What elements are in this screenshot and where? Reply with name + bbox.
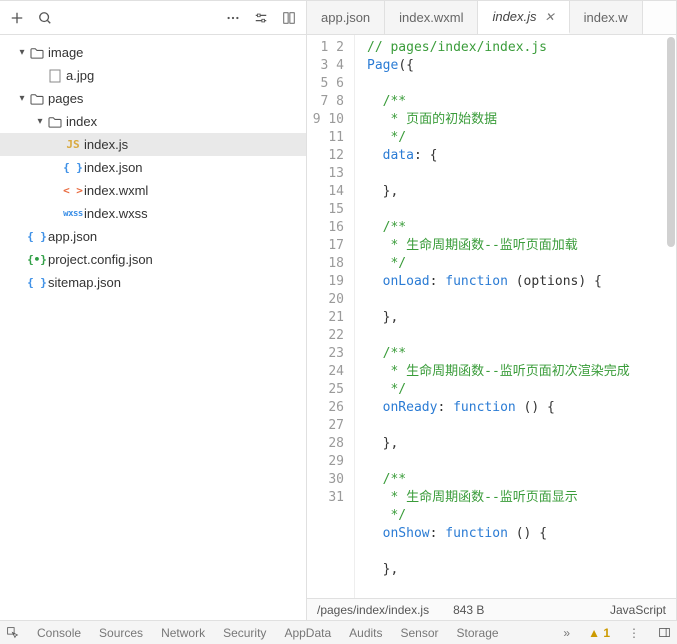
json-file-icon: { }	[64, 161, 82, 174]
image-file-icon	[46, 69, 64, 83]
folder-image[interactable]: ▾ image	[0, 41, 306, 64]
tab-label: index.w	[584, 10, 628, 25]
tree-item-label: a.jpg	[64, 68, 94, 83]
js-file-icon: JS	[64, 138, 82, 151]
editor-tabs: app.json index.wxml index.js ✕ index.w	[307, 1, 676, 35]
tree-item-label: index.json	[82, 160, 143, 175]
devtools-tab-network[interactable]: Network	[161, 626, 205, 640]
folder-index[interactable]: ▾ index	[0, 110, 306, 133]
status-size: 843 B	[453, 603, 484, 617]
devtools-overflow-icon[interactable]: »	[563, 626, 570, 640]
devtools-tab-storage[interactable]: Storage	[457, 626, 499, 640]
tab-index-js[interactable]: index.js ✕	[478, 1, 569, 34]
code-area: 1 2 3 4 5 6 7 8 9 10 11 12 13 14 15 16 1…	[307, 35, 676, 598]
file-index.wxss[interactable]: wxssindex.wxss	[0, 202, 306, 225]
tree-item-label: image	[46, 45, 83, 60]
tree-item-label: project.config.json	[46, 252, 153, 267]
devtools-tab-sources[interactable]: Sources	[99, 626, 143, 640]
folder-pages[interactable]: ▾ pages	[0, 87, 306, 110]
tree-item-label: index.wxss	[82, 206, 148, 221]
add-file-icon[interactable]	[10, 11, 24, 25]
file-project.config.json[interactable]: {•}project.config.json	[0, 248, 306, 271]
devtools-tab-audits[interactable]: Audits	[349, 626, 382, 640]
editor-scrollbar[interactable]	[666, 35, 676, 598]
chevron-down-icon[interactable]: ▾	[16, 93, 28, 104]
file-sitemap.json[interactable]: { }sitemap.json	[0, 271, 306, 294]
scrollbar-thumb[interactable]	[667, 37, 675, 247]
search-icon[interactable]	[38, 11, 52, 25]
file-explorer-sidebar: ▾imagea.jpg▾pages▾indexJSindex.js{ }inde…	[0, 1, 307, 620]
more-icon[interactable]	[226, 11, 240, 25]
folder-icon	[28, 93, 46, 105]
folder-icon	[28, 47, 46, 59]
sliders-icon[interactable]	[254, 11, 268, 25]
devtools-warning-badge[interactable]: ▲ 1	[588, 626, 610, 640]
file-app.json[interactable]: { }app.json	[0, 225, 306, 248]
tab-app-json[interactable]: app.json	[307, 1, 385, 34]
close-icon[interactable]: ✕	[545, 10, 555, 24]
wxss-file-icon: wxss	[64, 209, 82, 219]
editor-statusbar: /pages/index/index.js 843 B JavaScript	[307, 598, 676, 620]
devtools-dock-icon[interactable]	[658, 626, 671, 639]
devtools-tab-console[interactable]: Console	[37, 626, 81, 640]
devtools-tab-security[interactable]: Security	[223, 626, 266, 640]
wxml-file-icon: < >	[64, 184, 82, 197]
split-view-icon[interactable]	[282, 11, 296, 25]
json-file-icon: { }	[28, 230, 46, 243]
tree-item-label: index	[64, 114, 97, 129]
tree-item-label: pages	[46, 91, 83, 106]
file-index.js[interactable]: JSindex.js	[0, 133, 306, 156]
sidebar-toolbar	[0, 1, 306, 35]
json-file-icon: { }	[28, 276, 46, 289]
line-number-gutter: 1 2 3 4 5 6 7 8 9 10 11 12 13 14 15 16 1…	[307, 35, 355, 598]
tree-item-label: sitemap.json	[46, 275, 121, 290]
file-index.wxml[interactable]: < >index.wxml	[0, 179, 306, 202]
tab-label: index.wxml	[399, 10, 463, 25]
file-tree[interactable]: ▾imagea.jpg▾pages▾indexJSindex.js{ }inde…	[0, 35, 306, 620]
code-content[interactable]: // pages/index/index.js Page({ /** * 页面的…	[355, 35, 676, 598]
inspect-icon[interactable]	[6, 626, 19, 639]
folder-icon	[46, 116, 64, 128]
tab-label: app.json	[321, 10, 370, 25]
tab-index-w[interactable]: index.w	[570, 1, 643, 34]
config-file-icon: {•}	[28, 253, 46, 266]
tree-item-label: index.js	[82, 137, 128, 152]
tab-label: index.js	[492, 9, 536, 24]
tree-item-label: index.wxml	[82, 183, 148, 198]
chevron-down-icon[interactable]: ▾	[34, 116, 46, 127]
tab-index-wxml[interactable]: index.wxml	[385, 1, 478, 34]
devtools-panel-tabs: Console Sources Network Security AppData Audi…	[0, 620, 677, 644]
editor-pane: app.json index.wxml index.js ✕ index.w 1 2 3…	[307, 1, 677, 620]
file-a.jpg[interactable]: a.jpg	[0, 64, 306, 87]
tree-item-label: app.json	[46, 229, 97, 244]
devtools-more-icon[interactable]: ⋮	[628, 626, 640, 640]
devtools-tab-sensor[interactable]: Sensor	[401, 626, 439, 640]
chevron-down-icon[interactable]: ▾	[16, 47, 28, 58]
devtools-tab-appdata[interactable]: AppData	[284, 626, 331, 640]
file-index.json[interactable]: { }index.json	[0, 156, 306, 179]
status-language[interactable]: JavaScript	[610, 603, 666, 617]
status-path: /pages/index/index.js	[317, 603, 429, 617]
